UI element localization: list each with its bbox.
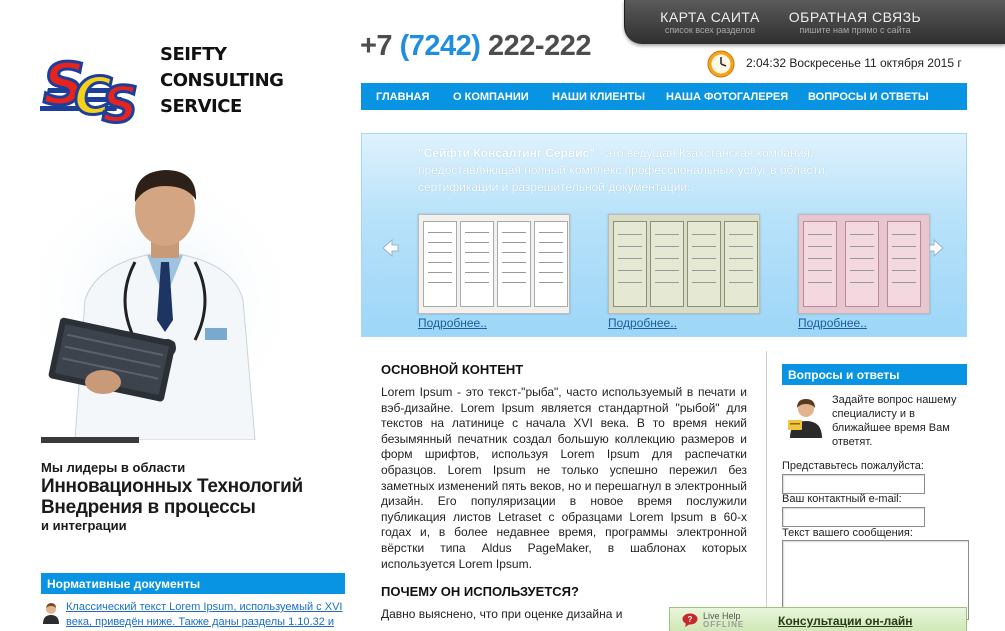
faq-heading: Вопросы и ответы bbox=[782, 364, 967, 385]
current-datetime: 2:04:32 Воскресенье 11 октября 2015 г bbox=[746, 56, 962, 70]
faq-description: Задайте вопрос нашему специалисту и в бл… bbox=[832, 394, 957, 448]
nav-about[interactable]: О КОМПАНИИ bbox=[453, 91, 529, 103]
feedback-subtitle: пишите нам прямо с сайта bbox=[799, 25, 911, 35]
nav-gallery[interactable]: НАША ФОТОГАЛЕРЕЯ bbox=[666, 91, 788, 103]
slogan-line3: Внедрения в процессы bbox=[41, 497, 256, 518]
sitemap-link[interactable]: КАРТА САИТА список всех разделов bbox=[655, 9, 765, 36]
slider-prev-arrow-icon[interactable] bbox=[378, 237, 400, 259]
svg-text:?: ? bbox=[688, 615, 693, 624]
email-input[interactable] bbox=[782, 507, 925, 527]
content-paragraph-1: Lorem Ipsum - это текст-"рыба", часто ис… bbox=[381, 385, 747, 571]
slogan-line1: Мы лидеры в области bbox=[41, 460, 186, 475]
sidebar-news-link[interactable]: Классический текст Lorem Ipsum, использу… bbox=[66, 600, 346, 630]
logo-company-name: SEIFTY CONSULTING SERVICE bbox=[160, 42, 290, 120]
nav-faq[interactable]: ВОПРОСЫ И ОТВЕТЫ bbox=[808, 91, 929, 103]
live-help-status: OFFLINE bbox=[703, 620, 745, 629]
slider-intro: "Сейфти Консалтинг Сервис" - это ведущая… bbox=[418, 145, 858, 196]
logo-name-line1: SEIFTY bbox=[160, 44, 227, 65]
slogan-line4: и интеграции bbox=[41, 518, 127, 533]
phone-code: (7242) bbox=[399, 30, 481, 62]
logo-letter-s2: S bbox=[102, 76, 138, 128]
more-link-1[interactable]: Подробнее.. bbox=[418, 316, 487, 330]
message-label: Текст вашего сообщения: bbox=[782, 527, 913, 539]
name-input[interactable] bbox=[782, 474, 925, 494]
nav-home[interactable]: ГЛАВНАЯ bbox=[376, 91, 429, 103]
nav-clients[interactable]: НАШИ КЛИЕНТЫ bbox=[552, 91, 645, 103]
main-nav: ГЛАВНАЯ О КОМПАНИИ НАШИ КЛИЕНТЫ НАША ФОТ… bbox=[361, 83, 967, 110]
sitemap-title: КАРТА САИТА bbox=[660, 9, 760, 25]
leader-slogan: Мы лидеры в области Инновационных Технол… bbox=[41, 460, 341, 534]
chat-bubble-icon: ? bbox=[682, 613, 698, 627]
logo-name-line3: SERVICE bbox=[160, 96, 242, 117]
content-heading-main: ОСНОВНОЙ КОНТЕНТ bbox=[381, 362, 524, 377]
phone-main: 222-222 bbox=[488, 30, 591, 62]
live-help-bar[interactable]: ? Live Help OFFLINE Консультации он-лайн bbox=[669, 607, 967, 631]
phone-number: +7 (7242) 222-222 bbox=[360, 30, 591, 63]
more-link-2[interactable]: Подробнее.. bbox=[608, 316, 677, 330]
sitemap-subtitle: список всех разделов bbox=[664, 25, 756, 35]
more-link-3[interactable]: Подробнее.. bbox=[798, 316, 867, 330]
doctor-image bbox=[15, 160, 310, 440]
email-label: Ваш контактный e-mail: bbox=[782, 493, 902, 505]
certificate-image-2[interactable] bbox=[608, 214, 760, 314]
user-avatar-icon bbox=[43, 603, 59, 624]
scs-logo[interactable]: S C S bbox=[40, 32, 145, 128]
support-operator-icon bbox=[788, 399, 822, 438]
slider-company-name: "Сейфти Консалтинг Сервис" bbox=[418, 146, 595, 160]
content-heading-why: ПОЧЕМУ ОН ИСПОЛЬЗУЕТСЯ? bbox=[381, 584, 579, 600]
logo-name-line2: CONSULTING bbox=[160, 70, 284, 91]
content-divider bbox=[766, 351, 767, 631]
main-content: ОСНОВНОЙ КОНТЕНТ Lorem Ipsum - это текст… bbox=[381, 362, 747, 631]
certificate-slider: "Сейфти Консалтинг Сервис" - это ведущая… bbox=[361, 133, 967, 337]
clock-icon bbox=[707, 50, 735, 78]
slogan-line2: Инновационных Технологий bbox=[41, 476, 303, 497]
name-label: Представьтесь пожалуйста: bbox=[782, 460, 924, 472]
certificate-image-3[interactable] bbox=[798, 214, 930, 314]
top-tab-panel: КАРТА САИТА список всех разделов ОБРАТНА… bbox=[624, 0, 1005, 44]
sidebar-heading-normative-docs: Нормативные документы bbox=[41, 573, 345, 594]
feedback-title: ОБРАТНАЯ СВЯЗЬ bbox=[788, 9, 922, 25]
phone-prefix: +7 bbox=[360, 30, 393, 62]
divider-bar bbox=[41, 437, 139, 443]
certificate-image-1[interactable] bbox=[418, 214, 570, 314]
feedback-link[interactable]: ОБРАТНАЯ СВЯЗЬ пишите нам прямо с сайта bbox=[785, 9, 925, 36]
online-consult-link[interactable]: Консультации он-лайн bbox=[778, 614, 913, 628]
